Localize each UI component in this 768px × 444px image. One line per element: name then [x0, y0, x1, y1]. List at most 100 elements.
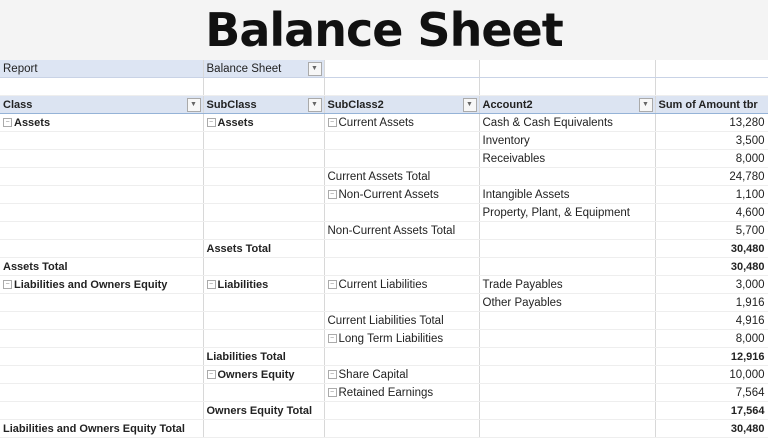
cell-text: Assets — [217, 116, 254, 129]
amount-cell: 8,000 — [655, 149, 768, 168]
cell-text: Assets — [14, 116, 51, 129]
table-row: − Long Term Liabilities 8,000 — [0, 329, 768, 348]
collapse-icon[interactable]: − — [206, 279, 216, 289]
amount-cell: 8,000 — [655, 329, 768, 348]
amount-cell: 24,780 — [655, 167, 768, 186]
cell-c1: − Assets — [0, 113, 204, 132]
collapse-icon[interactable]: − — [327, 189, 337, 199]
cell-c3: − Share Capital — [324, 365, 480, 384]
header-class[interactable]: Class ▼ — [0, 95, 204, 114]
cell-c1 — [0, 401, 204, 420]
amount-cell: 3,500 — [655, 131, 768, 150]
collapse-icon[interactable]: − — [327, 369, 337, 379]
cell-c2: − Owners Equity — [203, 365, 325, 384]
cell-c4 — [479, 401, 656, 420]
dropdown-icon[interactable]: ▼ — [186, 98, 201, 112]
cell-c4: Cash & Cash Equivalents — [479, 113, 656, 132]
amount-cell: 30,480 — [655, 257, 768, 276]
cell-c2 — [203, 203, 325, 222]
cell-c4 — [479, 167, 656, 186]
dropdown-icon[interactable]: ▼ — [307, 98, 322, 112]
cell-c3: − Long Term Liabilities — [324, 329, 480, 348]
collapse-icon[interactable]: − — [327, 279, 337, 289]
header-subclass[interactable]: SubClass ▼ — [203, 95, 325, 114]
header-account2[interactable]: Account2 ▼ — [479, 95, 656, 114]
cell-c1 — [0, 149, 204, 168]
header-subclass2[interactable]: SubClass2 ▼ — [324, 95, 480, 114]
cell-c1 — [0, 167, 204, 186]
cell-c2: Liabilities Total — [203, 347, 325, 366]
cell-c3: − Non-Current Assets — [324, 185, 480, 204]
cell-c1: Assets Total — [0, 257, 204, 276]
cell-c4 — [479, 329, 656, 348]
amount-cell: 7,564 — [655, 383, 768, 402]
dropdown-icon[interactable]: ▼ — [638, 98, 653, 112]
filter-icon[interactable]: ▼ — [307, 62, 322, 76]
cell-c1 — [0, 131, 204, 150]
cell-c2 — [203, 383, 325, 402]
cell-text: Long Term Liabilities — [338, 332, 444, 345]
cell-text: Owners Equity Total — [206, 404, 313, 417]
cell-c3 — [324, 401, 480, 420]
cell-text: Liabilities and Owners Equity Total — [3, 422, 185, 435]
cell-text: Current Assets Total — [327, 170, 431, 183]
cell-text: Other Payables — [482, 296, 562, 309]
filter-label: Report — [0, 60, 204, 78]
collapse-icon[interactable]: − — [327, 387, 337, 397]
table-row: Current Assets Total 24,780 — [0, 167, 768, 186]
cell-text: Current Liabilities Total — [327, 314, 444, 327]
cell-text: Non-Current Assets Total — [327, 224, 456, 237]
cell-text: Property, Plant, & Equipment — [482, 206, 630, 219]
cell-c3: − Current Assets — [324, 113, 480, 132]
cell-c3: − Retained Earnings — [324, 383, 480, 402]
cell-c4 — [479, 221, 656, 240]
table-row: Assets Total 30,480 — [0, 239, 768, 258]
table-row: Liabilities and Owners Equity Total 30,48… — [0, 419, 768, 438]
cell-text: Cash & Cash Equivalents — [482, 116, 613, 129]
cell-c3 — [324, 419, 480, 438]
header-sum-amount: Sum of Amount tbr — [655, 95, 768, 114]
collapse-icon[interactable]: − — [206, 369, 216, 379]
amount-cell: 13,280 — [655, 113, 768, 132]
cell-c1: Liabilities and Owners Equity Total — [0, 419, 204, 438]
amount-cell: 30,480 — [655, 239, 768, 258]
cell-c1 — [0, 221, 204, 240]
filter-value[interactable]: Balance Sheet ▼ — [203, 60, 325, 78]
amount-cell: 1,100 — [655, 185, 768, 204]
table-row: Property, Plant, & Equipment 4,600 — [0, 203, 768, 222]
cell-c3 — [324, 347, 480, 366]
cell-c3 — [324, 257, 480, 276]
cell-c2 — [203, 293, 325, 312]
cell-text: Liabilities — [217, 278, 269, 291]
cell-c3: Non-Current Assets Total — [324, 221, 480, 240]
collapse-icon[interactable]: − — [3, 279, 12, 289]
cell-c2: − Liabilities — [203, 275, 325, 294]
cell-c3: Current Liabilities Total — [324, 311, 480, 330]
pivot-table: Report Balance Sheet ▼ Class ▼ SubClass ▼ S… — [0, 60, 768, 438]
cell-c1 — [0, 365, 204, 384]
cell-c2 — [203, 185, 325, 204]
collapse-icon[interactable]: − — [3, 117, 12, 127]
cell-c1 — [0, 293, 204, 312]
amount-cell: 4,600 — [655, 203, 768, 222]
cell-c4: Other Payables — [479, 293, 656, 312]
cell-text: Current Liabilities — [338, 278, 428, 291]
cell-c2 — [203, 311, 325, 330]
cell-c4 — [479, 257, 656, 276]
table-row: − Assets − Assets − Current Assets Cash & Cash… — [0, 113, 768, 132]
cell-c1 — [0, 185, 204, 204]
cell-text: Inventory — [482, 134, 530, 147]
header-row: Class ▼ SubClass ▼ SubClass2 ▼ Account2 ▼ Su… — [0, 95, 768, 114]
table-row: Assets Total 30,480 — [0, 257, 768, 276]
collapse-icon[interactable]: − — [327, 117, 337, 127]
cell-text: Assets Total — [206, 242, 272, 255]
cell-c4 — [479, 311, 656, 330]
amount-cell: 12,916 — [655, 347, 768, 366]
cell-c1 — [0, 311, 204, 330]
dropdown-icon[interactable]: ▼ — [462, 98, 477, 112]
collapse-icon[interactable]: − — [206, 117, 216, 127]
cell-c1 — [0, 329, 204, 348]
amount-cell: 3,000 — [655, 275, 768, 294]
collapse-icon[interactable]: − — [327, 333, 337, 343]
cell-c2 — [203, 149, 325, 168]
